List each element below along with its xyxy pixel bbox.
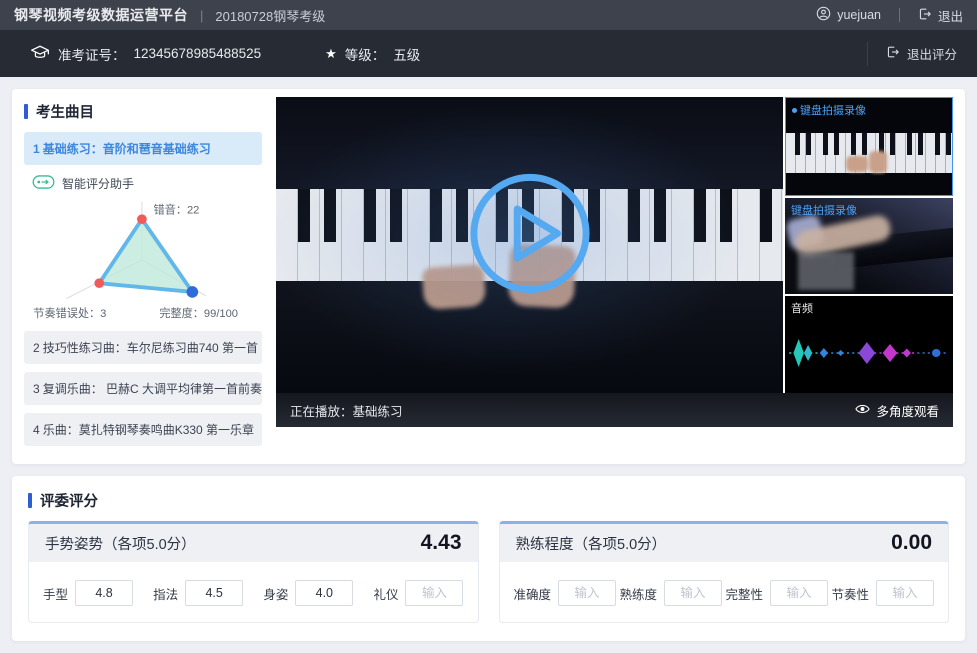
- radar-label-completeness: 完整度：99/100: [159, 306, 238, 320]
- score-card-proficiency: 熟练程度（各项5.0分） 0.00 准确度 熟练度 完整性: [499, 521, 950, 623]
- main-video[interactable]: [276, 97, 783, 393]
- rhythm-input[interactable]: [876, 580, 934, 606]
- field-accuracy: 准确度: [514, 580, 617, 606]
- top-navbar: 钢琴视频考级数据运营平台 | 20180728钢琴考级 yuejuan 退出: [0, 0, 977, 30]
- eye-icon: [855, 403, 870, 418]
- completeness-input[interactable]: [770, 580, 828, 606]
- score-card-gesture-header: 手势姿势（各项5.0分） 4.43: [29, 524, 478, 562]
- fingering-input[interactable]: [185, 580, 243, 606]
- user-icon: [816, 6, 831, 24]
- song-playlist: 考生曲目 1基础练习：音阶和琶音基础练习 智能评分助手: [24, 97, 262, 454]
- assistant-label: 智能评分助手: [62, 175, 134, 192]
- level-label: 等级：: [345, 44, 386, 64]
- username: yuejuan: [837, 8, 881, 22]
- exit-scoring-icon: [886, 45, 900, 62]
- exit-scoring-button[interactable]: 退出评分: [867, 42, 957, 66]
- proficiency-input[interactable]: [664, 580, 722, 606]
- radar-label-rhythm: 节奏错误处：3: [33, 306, 106, 320]
- scoring-title: 评委评分: [40, 490, 98, 511]
- score-card-gesture-score: 4.43: [421, 531, 462, 555]
- level-value: 五级: [393, 44, 420, 64]
- active-dot-icon: [792, 108, 797, 113]
- mini-hand-left: [846, 156, 868, 172]
- player-status-bar: 正在播放：基础练习 多角度观看: [276, 393, 953, 427]
- nav-separator: [899, 8, 900, 22]
- accuracy-input[interactable]: [558, 580, 616, 606]
- section-accent-bar: [28, 493, 32, 508]
- judge-scoring-panel: 评委评分 手势姿势（各项5.0分） 4.43 手型 指法: [12, 476, 965, 641]
- user-menu[interactable]: yuejuan: [816, 6, 881, 24]
- playlist-item-2[interactable]: 2技巧性练习曲：车尔尼练习曲740 第一首: [24, 331, 262, 364]
- playlist-item-3[interactable]: 3复调乐曲： 巴赫C 大调平均律第一首前奏曲: [24, 372, 262, 405]
- radar-label-errors: 错音：22: [154, 202, 200, 216]
- hand-shape-input[interactable]: [75, 580, 133, 606]
- radar-area: [99, 219, 192, 292]
- field-completeness: 完整性: [725, 580, 828, 606]
- logout-label: 退出: [938, 6, 963, 25]
- assistant-icon: [32, 175, 55, 192]
- level-group: ★ 等级： 五级: [325, 44, 420, 64]
- play-button[interactable]: [466, 170, 594, 303]
- field-etiquette: 礼仪: [373, 580, 463, 606]
- thumb-2-label-wrap: 键盘拍摄录像: [791, 202, 857, 218]
- session-name: 20180728钢琴考级: [215, 6, 325, 25]
- exam-panel: 考生曲目 1基础练习：音阶和琶音基础练习 智能评分助手: [12, 89, 965, 464]
- section-accent-bar: [24, 104, 28, 119]
- keyboard-view-thumb-1[interactable]: 键盘拍摄录像: [785, 97, 953, 196]
- radar-point-rhythm: [94, 278, 104, 288]
- multi-angle-label: 多角度观看: [876, 401, 939, 420]
- now-playing-text: 正在播放：基础练习: [290, 401, 403, 420]
- texture-shape: [798, 252, 854, 290]
- radar-point-completeness: [187, 286, 199, 298]
- audio-label-wrap: 音频: [791, 300, 813, 316]
- playlist-title: 考生曲目: [36, 101, 94, 122]
- app-title: 钢琴视频考级数据运营平台: [14, 5, 188, 25]
- field-hand-shape: 手型: [43, 580, 133, 606]
- exit-scoring-label: 退出评分: [907, 44, 957, 63]
- angle-thumbnails: 键盘拍摄录像 键盘拍摄录像: [785, 97, 953, 393]
- graduation-cap-icon: [30, 44, 50, 64]
- score-card-proficiency-header: 熟练程度（各项5.0分） 0.00: [500, 524, 949, 562]
- audio-track-thumb[interactable]: 音频: [785, 296, 953, 393]
- exam-info-bar: 准考证号： 12345678985488525 ★ 等级： 五级 退出评分: [0, 30, 977, 77]
- field-rhythm: 节奏性: [831, 580, 934, 606]
- title-divider: |: [200, 8, 203, 23]
- score-card-proficiency-title: 熟练程度（各项5.0分）: [516, 533, 667, 554]
- etiquette-input[interactable]: [405, 580, 463, 606]
- field-posture: 身姿: [263, 580, 353, 606]
- ticket-label: 准考证号：: [58, 44, 126, 64]
- keyboard-view-thumb-2[interactable]: 键盘拍摄录像: [785, 198, 953, 295]
- multi-angle-button[interactable]: 多角度观看: [855, 401, 939, 420]
- playlist-item-4[interactable]: 4乐曲：莫扎特钢琴奏鸣曲K330 第一乐章: [24, 413, 262, 446]
- field-fingering: 指法: [153, 580, 243, 606]
- logout-icon: [918, 7, 932, 24]
- radar-chart: 错音：22 节奏错误处：3 完整度：99/100: [24, 194, 262, 327]
- audio-waveform: [785, 330, 953, 381]
- logout-button[interactable]: 退出: [918, 6, 963, 25]
- ticket-number: 12345678985488525: [134, 46, 262, 61]
- ticket-group: 准考证号： 12345678985488525: [30, 44, 261, 64]
- smart-score-assistant: 智能评分助手: [32, 175, 262, 192]
- score-card-gesture-title: 手势姿势（各项5.0分）: [45, 533, 196, 554]
- score-card-proficiency-score: 0.00: [891, 531, 932, 555]
- posture-input[interactable]: [295, 580, 353, 606]
- thumb-1-label-wrap: 键盘拍摄录像: [792, 102, 866, 118]
- mini-hand-right: [869, 151, 887, 173]
- field-proficiency: 熟练度: [619, 580, 722, 606]
- video-region: 键盘拍摄录像 键盘拍摄录像: [276, 97, 953, 427]
- score-card-gesture: 手势姿势（各项5.0分） 4.43 手型 指法 身姿: [28, 521, 479, 623]
- playlist-item-1[interactable]: 1基础练习：音阶和琶音基础练习: [24, 132, 262, 165]
- radar-point-errors: [137, 214, 147, 224]
- star-icon: ★: [325, 46, 337, 62]
